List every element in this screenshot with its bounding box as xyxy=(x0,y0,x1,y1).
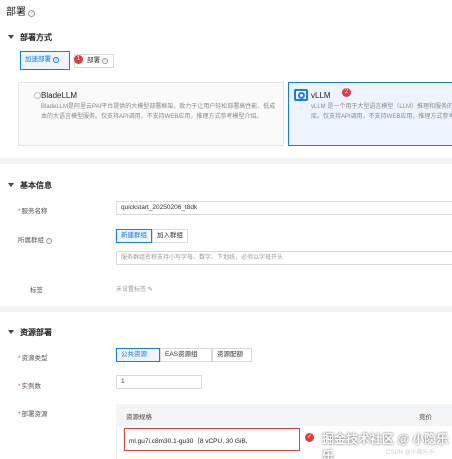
resource-spec-row[interactable]: ml.gu7i.c8m30.1-gu30（8 vCPU, 30 GiB, xyxy=(124,428,300,451)
caret-down-icon xyxy=(8,35,14,39)
tab-label: 部署 xyxy=(87,57,100,64)
instances-label-text: 实例数 xyxy=(21,383,42,390)
caret-down-icon xyxy=(8,330,14,334)
section-title-resources: 资源部署 xyxy=(20,328,52,337)
column-header-spec: 资源规格 xyxy=(126,414,152,421)
page-title: 部署? xyxy=(6,3,35,18)
section-divider xyxy=(0,306,452,312)
tab-label: 加速部署 xyxy=(25,56,51,63)
caret-down-icon xyxy=(8,183,14,187)
group-label: 所属群组 ? xyxy=(18,234,52,244)
join-group-button[interactable]: 加入群组 xyxy=(152,229,188,243)
option-title: vLLM xyxy=(311,91,331,100)
tab-accelerated-deploy[interactable]: 加速部署 ? xyxy=(20,51,70,70)
service-name-input[interactable]: quickstart_20250206_t8dk xyxy=(116,201,452,215)
section-title-basic-info: 基本信息 xyxy=(20,181,52,190)
option-card-bladellm[interactable]: BladeLLM BladeLLM是阿里云PAI平台提供的大模型部署框架，致力于… xyxy=(18,82,284,146)
deploy-resource-label-text: 部署资源 xyxy=(21,411,48,418)
required-mark: * xyxy=(18,208,21,215)
help-icon: ? xyxy=(101,58,108,64)
option-card-vllm[interactable]: vLLM vLLM 是一个用于大型语言模型（LLM）推理和服务的库。仅支持API… xyxy=(288,82,452,146)
required-mark: * xyxy=(18,411,21,418)
tag-value-text: 未设置标签 xyxy=(116,287,147,293)
section-title-deploy-method: 部署方式 xyxy=(20,33,52,42)
section-header-basic-info[interactable]: 基本信息 xyxy=(8,180,52,191)
group-name-input[interactable]: 服务群组名称支持小写字母、数字、下划线，必须以字母开头 xyxy=(116,251,452,265)
instances-label: *实例数 xyxy=(18,380,41,390)
public-resource-button[interactable]: 公共资源 xyxy=(116,348,160,362)
new-group-button[interactable]: 新建群组 xyxy=(116,229,152,243)
eas-resource-group-button[interactable]: EAS资源组 xyxy=(160,348,212,362)
help-icon: ? xyxy=(52,57,59,63)
option-title: BladeLLM xyxy=(41,91,78,100)
help-icon[interactable]: ? xyxy=(28,10,35,17)
step-badge-3: ✓ xyxy=(305,433,314,442)
option-desc: vLLM 是一个用于大型语言模型（LLM）推理和服务的库。仅支持API调用，不支… xyxy=(311,104,452,120)
page-title-text: 部署 xyxy=(6,7,26,18)
radio-bladellm[interactable] xyxy=(34,92,41,99)
resource-table-header: 资源规格 竞价 xyxy=(116,404,452,426)
group-label-text: 所属群组 xyxy=(18,237,44,244)
edit-pencil-icon[interactable]: ✎ xyxy=(148,287,153,293)
resource-quota-button[interactable]: 资源配额 xyxy=(212,348,252,362)
step-badge-2: 2 xyxy=(342,88,351,97)
column-header-bid: 竞价 xyxy=(419,414,432,421)
radio-vllm-highlight[interactable] xyxy=(294,89,308,101)
resource-type-label-text: 资源类型 xyxy=(21,355,48,362)
tag-value[interactable]: 未设置标签 ✎ xyxy=(116,284,153,293)
section-header-resources[interactable]: 资源部署 xyxy=(8,327,52,338)
option-desc: BladeLLM是阿里云PAI平台提供的大模型部署框架，致力于让用户轻松部署高性… xyxy=(41,104,276,120)
step-badge-1: 1 xyxy=(74,55,83,64)
watermark-subtext: CSDN @小隐乐乐 xyxy=(386,450,435,456)
section-divider xyxy=(0,158,452,164)
deploy-resource-label: *部署资源 xyxy=(18,408,48,418)
required-mark: * xyxy=(18,383,21,390)
service-name-label-text: 服务名称 xyxy=(21,208,48,215)
resource-type-label: *资源类型 xyxy=(18,352,48,362)
instances-input[interactable]: 1 xyxy=(116,375,202,389)
required-mark: * xyxy=(18,355,21,362)
help-icon[interactable]: ? xyxy=(45,238,52,244)
section-header-deploy-method[interactable]: 部署方式 xyxy=(8,32,52,43)
radio-vllm[interactable] xyxy=(298,92,305,99)
service-name-label: *服务名称 xyxy=(18,205,48,215)
tag-label: 标签 xyxy=(30,287,43,294)
